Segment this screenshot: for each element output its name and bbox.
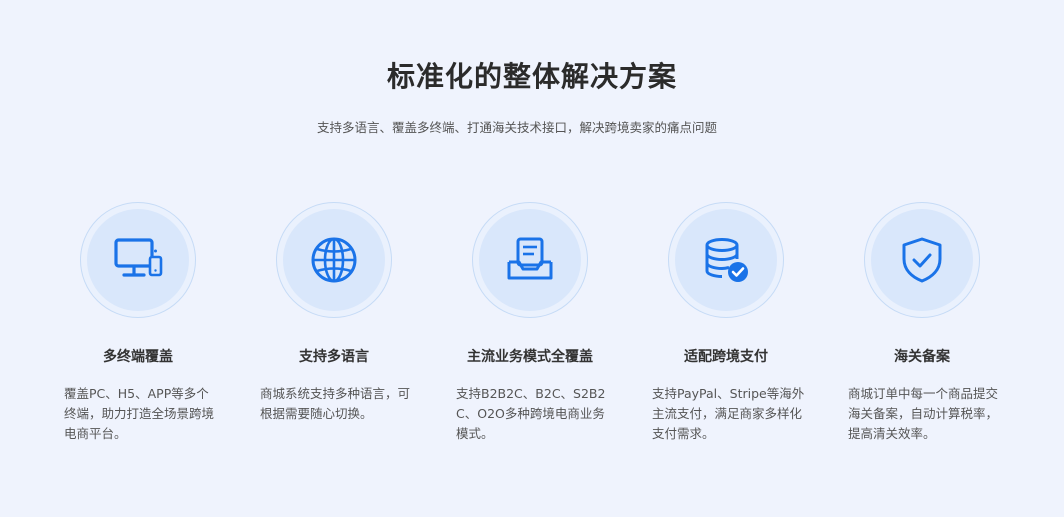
globe-icon [311,237,357,283]
shield-check-icon [902,237,942,283]
feature-title: 适配跨境支付 [684,349,768,365]
feature-title: 主流业务模式全覆盖 [467,349,593,365]
icon-circle [864,202,980,318]
icon-circle [276,202,392,318]
feature-description: 商城订单中每一个商品提交海关备案，自动计算税率，提高清关效率。 [848,386,999,441]
feature-description: 支持PayPal、Stripe等海外主流支付，满足商家多样化支付需求。 [652,386,805,441]
feature-title: 多终端覆盖 [103,349,173,365]
page-subtitle: 支持多语言、覆盖多终端、打通海关技术接口，解决跨境卖家的痛点问题 [316,120,717,135]
feature-description: 覆盖PC、H5、APP等多个终端，助力打造全场景跨境电商平台。 [64,386,215,441]
payment-database-icon [705,238,748,282]
feature-card-multi-terminal: 多终端覆盖 覆盖PC、H5、APP等多个终端，助力打造全场景跨境电商平台。 [40,200,236,460]
feature-description: 商城系统支持多种语言，可根据需要随心切换。 [260,386,411,421]
feature-description: 支持B2B2C、B2C、S2B2C、O2O多种跨境电商业务模式。 [456,386,606,441]
feature-card-customs-filing: 海关备案 商城订单中每一个商品提交海关备案，自动计算税率，提高清关效率。 [824,200,1020,460]
feature-card-business-models: 主流业务模式全覆盖 支持B2B2C、B2C、S2B2C、O2O多种跨境电商业务模… [432,200,628,460]
feature-title: 海关备案 [894,349,950,365]
feature-title: 支持多语言 [299,349,369,365]
icon-circle [80,202,196,318]
icon-circle [472,202,588,318]
page-title: 标准化的整体解决方案 [386,60,677,93]
multi-device-icon [114,238,163,277]
feature-card-multi-language: 支持多语言 商城系统支持多种语言，可根据需要随心切换。 [236,200,432,460]
business-model-icon [507,237,553,280]
feature-list: 多终端覆盖 覆盖PC、H5、APP等多个终端，助力打造全场景跨境电商平台。 支持… [40,200,1024,460]
icon-circle [668,202,784,318]
feature-card-cross-border-payment: 适配跨境支付 支持PayPal、Stripe等海外主流支付，满足商家多样化支付需… [628,200,824,460]
